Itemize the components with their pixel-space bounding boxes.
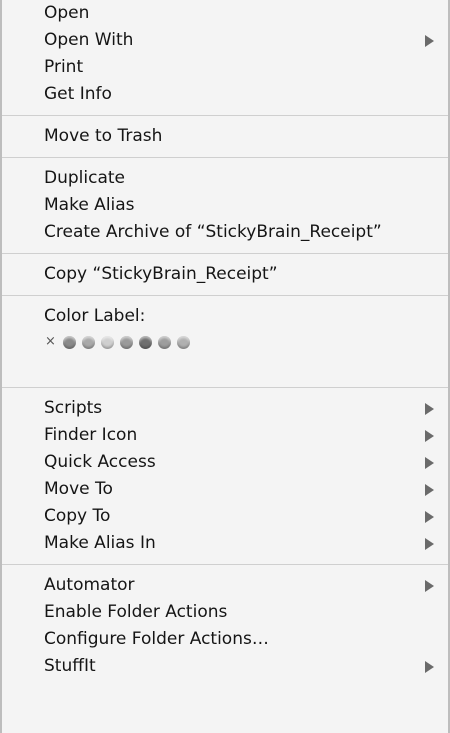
menu-item-label: Create Archive of “StickyBrain_Receipt” <box>44 222 382 242</box>
menu-item-print[interactable]: Print <box>2 54 448 81</box>
color-swatch-6[interactable] <box>158 335 171 349</box>
submenu-arrow-icon <box>425 457 434 469</box>
menu-item-label: Automator <box>44 575 135 595</box>
menu-item-copy[interactable]: Copy “StickyBrain_Receipt” <box>2 261 448 288</box>
menu-item-label: Print <box>44 57 84 77</box>
menu-item-copy-to[interactable]: Copy To <box>2 503 448 530</box>
menu-item-get-info[interactable]: Get Info <box>2 81 448 108</box>
color-swatch-1[interactable] <box>63 335 76 349</box>
color-label-swatches: × <box>2 330 448 354</box>
submenu-arrow-icon <box>425 511 434 523</box>
submenu-arrow-icon <box>425 580 434 592</box>
menu-item-move-to[interactable]: Move To <box>2 476 448 503</box>
menu-group-copy: Copy “StickyBrain_Receipt” <box>2 261 448 288</box>
color-swatch-2[interactable] <box>82 335 95 349</box>
menu-item-enable-folder-actions[interactable]: Enable Folder Actions <box>2 599 448 626</box>
menu-item-move-to-trash[interactable]: Move to Trash <box>2 123 448 150</box>
color-swatch-3[interactable] <box>101 335 114 349</box>
menu-separator <box>2 564 448 565</box>
menu-item-label: Copy “StickyBrain_Receipt” <box>44 264 278 284</box>
menu-item-label: Open With <box>44 30 134 50</box>
context-menu: Open Open With Print Get Info Move to Tr… <box>0 0 450 733</box>
color-label-title: Color Label: <box>44 306 146 326</box>
menu-item-label: Make Alias <box>44 195 135 215</box>
menu-separator <box>2 157 448 158</box>
no-color-x-icon[interactable]: × <box>44 333 57 351</box>
menu-item-make-alias[interactable]: Make Alias <box>2 192 448 219</box>
menu-item-scripts[interactable]: Scripts <box>2 395 448 422</box>
color-swatch-5[interactable] <box>139 335 152 349</box>
submenu-arrow-icon <box>425 484 434 496</box>
color-label-spacer <box>2 354 448 380</box>
submenu-arrow-icon <box>425 35 434 47</box>
menu-item-open-with[interactable]: Open With <box>2 27 448 54</box>
menu-item-label: Duplicate <box>44 168 125 188</box>
color-swatch-7[interactable] <box>177 335 190 349</box>
menu-item-label: Quick Access <box>44 452 156 472</box>
menu-item-label: Make Alias In <box>44 533 156 553</box>
menu-item-create-archive[interactable]: Create Archive of “StickyBrain_Receipt” <box>2 219 448 246</box>
submenu-arrow-icon <box>425 403 434 415</box>
menu-group-color-label: Color Label: × <box>2 303 448 380</box>
menu-item-label: Enable Folder Actions <box>44 602 228 622</box>
menu-separator <box>2 253 448 254</box>
menu-group-open: Open Open With Print Get Info <box>2 0 448 108</box>
menu-item-label: Move to Trash <box>44 126 163 146</box>
menu-separator <box>2 295 448 296</box>
menu-item-duplicate[interactable]: Duplicate <box>2 165 448 192</box>
menu-item-make-alias-in[interactable]: Make Alias In <box>2 530 448 557</box>
menu-item-configure-folder-actions[interactable]: Configure Folder Actions… <box>2 626 448 653</box>
menu-item-label: Scripts <box>44 398 103 418</box>
menu-item-automator[interactable]: Automator <box>2 572 448 599</box>
menu-group-automator: Automator Enable Folder Actions Configur… <box>2 572 448 680</box>
menu-item-label: Get Info <box>44 84 112 104</box>
menu-group-scripts: Scripts Finder Icon Quick Access Move To… <box>2 395 448 557</box>
menu-group-trash: Move to Trash <box>2 123 448 150</box>
menu-separator <box>2 387 448 388</box>
menu-separator <box>2 115 448 116</box>
menu-item-label: Configure Folder Actions… <box>44 629 269 649</box>
color-swatch-4[interactable] <box>120 335 133 349</box>
menu-item-finder-icon[interactable]: Finder Icon <box>2 422 448 449</box>
submenu-arrow-icon <box>425 430 434 442</box>
menu-item-label: Copy To <box>44 506 111 526</box>
menu-item-label: Finder Icon <box>44 425 138 445</box>
menu-item-label: Move To <box>44 479 113 499</box>
menu-item-label: StuffIt <box>44 656 96 676</box>
menu-group-duplicate: Duplicate Make Alias Create Archive of “… <box>2 165 448 246</box>
submenu-arrow-icon <box>425 538 434 550</box>
menu-item-open[interactable]: Open <box>2 0 448 27</box>
submenu-arrow-icon <box>425 661 434 673</box>
menu-item-stuffit[interactable]: StuffIt <box>2 653 448 680</box>
menu-item-quick-access[interactable]: Quick Access <box>2 449 448 476</box>
menu-item-label: Open <box>44 3 90 23</box>
